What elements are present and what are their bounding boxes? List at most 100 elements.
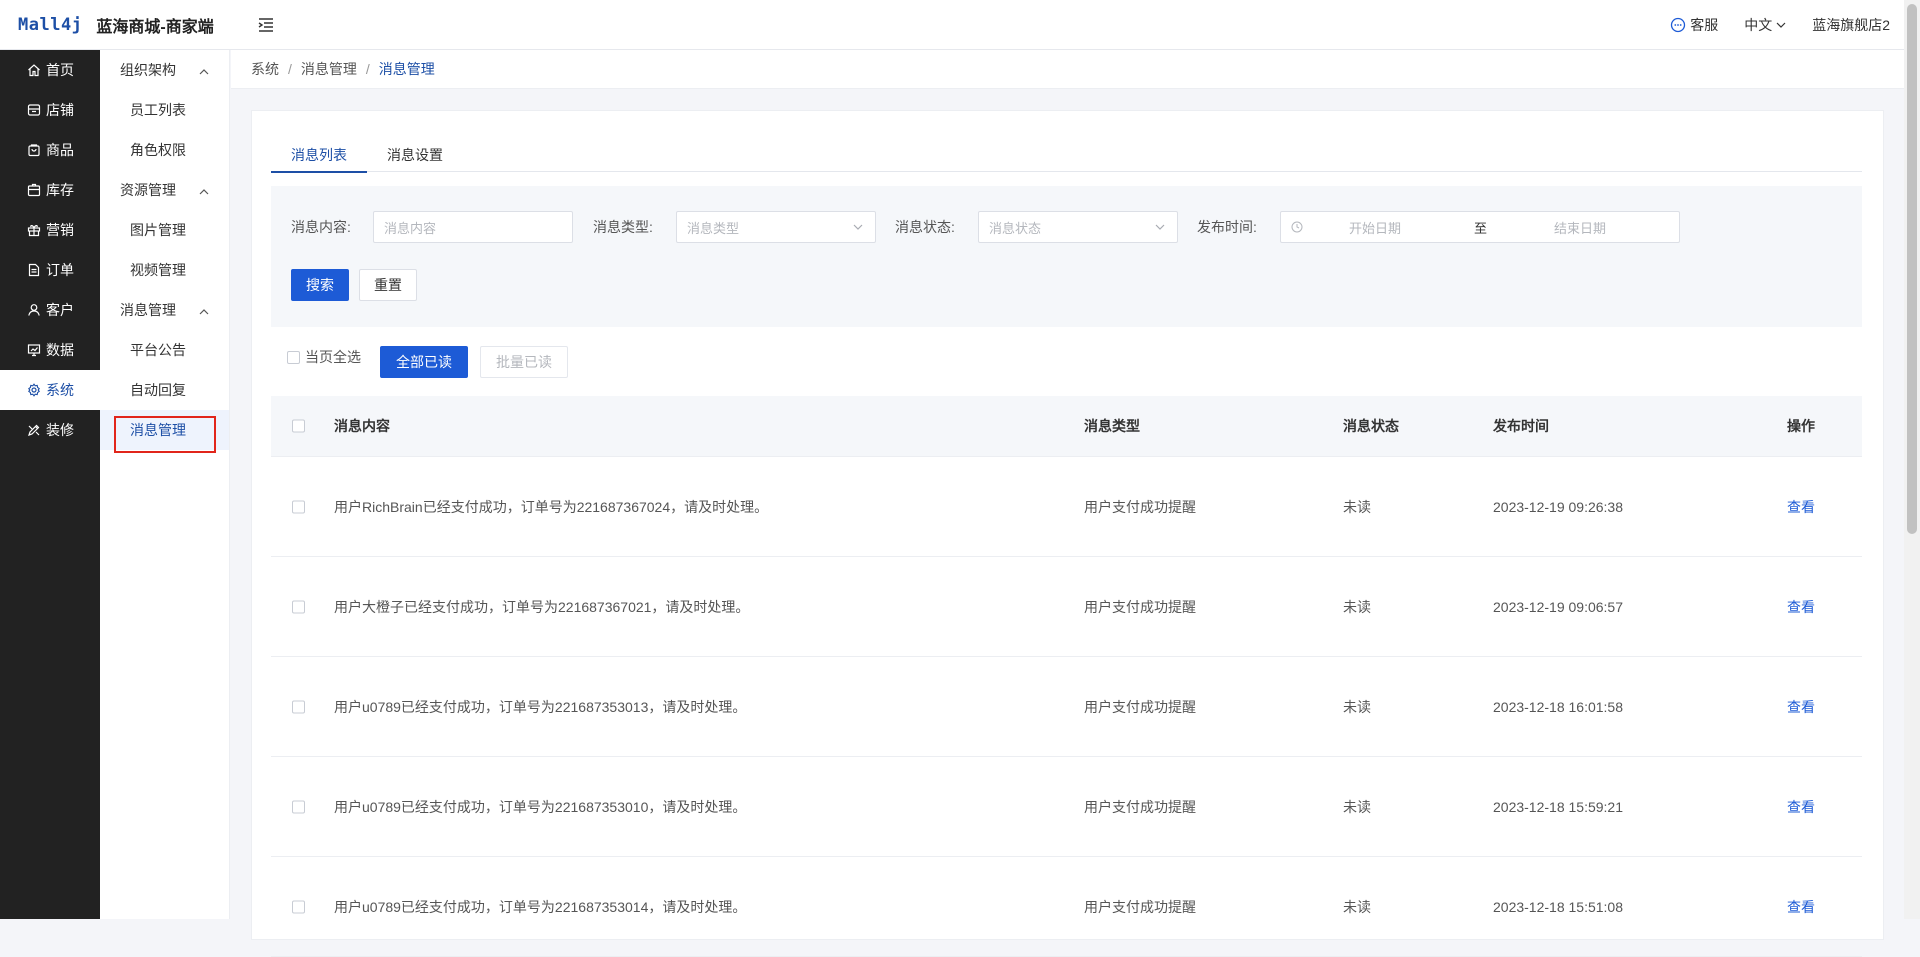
tab-message-settings[interactable]: 消息设置 xyxy=(367,138,463,172)
chevron-up-icon xyxy=(199,182,209,198)
tab-bar: 消息列表 消息设置 xyxy=(271,138,1862,173)
breadcrumb: 系统 / 消息管理 / 消息管理 xyxy=(231,50,1904,89)
time-filter-label: 发布时间: xyxy=(1197,219,1257,235)
nav-group-header[interactable]: 资源管理 xyxy=(100,170,229,210)
checkbox[interactable] xyxy=(292,500,305,513)
tab-message-list[interactable]: 消息列表 xyxy=(271,138,367,173)
message-content: 用户u0789已经支付成功，订单号为221687353014，请及时处理。 xyxy=(334,898,747,915)
message-type: 用户支付成功提醒 xyxy=(1084,798,1196,815)
page-scrollbar[interactable] xyxy=(1904,0,1920,919)
menu-fold-icon xyxy=(258,18,273,32)
language-select[interactable]: 中文 xyxy=(1744,15,1786,35)
content-filter-label: 消息内容: xyxy=(291,219,351,235)
checkbox[interactable] xyxy=(292,419,305,433)
table-row: 用户u0789已经支付成功，订单号为221687353013，请及时处理。 用户支… xyxy=(271,657,1862,757)
checkbox[interactable] xyxy=(287,350,300,364)
nav-item-2[interactable]: 商品 xyxy=(0,130,100,170)
view-link[interactable]: 查看 xyxy=(1787,697,1815,717)
message-type: 用户支付成功提醒 xyxy=(1084,598,1196,615)
nav-group-title: 组织架构 xyxy=(120,62,176,78)
scrollbar-thumb[interactable] xyxy=(1907,4,1917,534)
row-checkbox[interactable] xyxy=(292,500,305,513)
nav-item-3[interactable]: 库存 xyxy=(0,170,100,210)
view-link[interactable]: 查看 xyxy=(1787,897,1815,917)
checkbox[interactable] xyxy=(292,900,305,913)
decorate-icon xyxy=(27,423,41,437)
logo[interactable]: Mall4j 蓝海商城-商家端 xyxy=(18,13,214,37)
data-icon xyxy=(27,343,41,357)
nav-subitem[interactable]: 自动回复 xyxy=(100,370,229,410)
nav-subitem[interactable]: 视频管理 xyxy=(100,250,229,290)
checkbox[interactable] xyxy=(292,600,305,613)
header-checkbox[interactable] xyxy=(292,419,305,433)
row-checkbox[interactable] xyxy=(292,800,305,813)
nav-item-5[interactable]: 订单 xyxy=(0,250,100,290)
nav-item-label: 首页 xyxy=(46,62,74,78)
nav-group-header[interactable]: 组织架构 xyxy=(100,50,229,90)
message-content: 用户u0789已经支付成功，订单号为221687353010，请及时处理。 xyxy=(334,798,747,815)
column-header: 消息状态 xyxy=(1343,418,1399,434)
status-select[interactable]: 消息状态 xyxy=(978,211,1178,243)
checkbox[interactable] xyxy=(292,800,305,813)
breadcrumb-item[interactable]: 消息管理 xyxy=(301,59,357,79)
content-input[interactable]: 消息内容 xyxy=(373,211,573,243)
nav-item-7[interactable]: 数据 xyxy=(0,330,100,370)
row-checkbox[interactable] xyxy=(292,600,305,613)
range-separator: 至 xyxy=(1474,220,1488,236)
date-range-picker[interactable]: 开始日期 至 结束日期 xyxy=(1280,211,1680,243)
view-link[interactable]: 查看 xyxy=(1787,597,1815,617)
nav-subitem[interactable]: 图片管理 xyxy=(100,210,229,250)
primary-sidebar: 首页店铺商品库存营销 订单客户数据系统 装修 xyxy=(0,50,100,919)
clock-icon xyxy=(1291,221,1303,233)
message-type: 用户支付成功提醒 xyxy=(1084,898,1196,915)
nav-item-8[interactable]: 系统 xyxy=(0,370,100,410)
type-select[interactable]: 消息类型 xyxy=(676,211,876,243)
breadcrumb-item[interactable]: 系统 xyxy=(251,59,279,79)
nav-group-title: 消息管理 xyxy=(120,302,176,318)
message-status: 未读 xyxy=(1343,898,1371,915)
view-link[interactable]: 查看 xyxy=(1787,497,1815,517)
view-link[interactable]: 查看 xyxy=(1787,797,1815,817)
table-body: 用户RichBrain已经支付成功，订单号为221687367024，请及时处理… xyxy=(271,457,1862,957)
message-status: 未读 xyxy=(1343,698,1371,715)
column-header: 发布时间 xyxy=(1493,418,1549,434)
row-checkbox[interactable] xyxy=(292,700,305,713)
nav-item-1[interactable]: 店铺 xyxy=(0,90,100,130)
nav-subitem[interactable]: 员工列表 xyxy=(100,90,229,130)
nav-subitem[interactable]: 角色权限 xyxy=(100,130,229,170)
nav-item-label: 客户 xyxy=(46,302,74,318)
publish-time: 2023-12-18 15:59:21 xyxy=(1493,798,1623,815)
message-type: 用户支付成功提醒 xyxy=(1084,698,1196,715)
breadcrumb-current: 消息管理 xyxy=(378,61,435,77)
publish-time: 2023-12-19 09:26:38 xyxy=(1493,498,1623,515)
search-button[interactable]: 搜索 xyxy=(291,269,349,301)
checkbox[interactable] xyxy=(292,700,305,713)
nav-item-label: 库存 xyxy=(46,182,74,198)
status-filter-label: 消息状态: xyxy=(895,219,955,235)
nav-subitem[interactable]: 消息管理 xyxy=(100,410,229,450)
chevron-down-icon xyxy=(1155,224,1165,230)
nav-item-label: 数据 xyxy=(46,342,74,358)
nav-item-9[interactable]: 装修 xyxy=(0,410,100,450)
reset-button[interactable]: 重置 xyxy=(359,269,417,301)
sidebar-toggle-button[interactable] xyxy=(254,13,278,37)
nav-group-title: 资源管理 xyxy=(120,182,176,198)
store-menu[interactable]: 蓝海旗舰店2 xyxy=(1812,15,1890,35)
publish-time: 2023-12-18 15:51:08 xyxy=(1493,898,1623,915)
message-type: 用户支付成功提醒 xyxy=(1084,498,1196,515)
status-placeholder: 消息状态 xyxy=(989,220,1042,236)
nav-subitem[interactable]: 平台公告 xyxy=(100,330,229,370)
nav-item-0[interactable]: 首页 xyxy=(0,50,100,90)
mark-all-read-button[interactable]: 全部已读 xyxy=(380,346,468,378)
select-page-checkbox[interactable]: 当页全选 xyxy=(287,347,361,367)
batch-read-button[interactable]: 批量已读 xyxy=(480,346,568,378)
nav-group-header[interactable]: 消息管理 xyxy=(100,290,229,330)
nav-item-label: 商品 xyxy=(46,142,74,158)
row-checkbox[interactable] xyxy=(292,900,305,913)
table-row: 用户大橙子已经支付成功，订单号为221687367021，请及时处理。 用户支付成… xyxy=(271,557,1862,657)
nav-item-4[interactable]: 营销 xyxy=(0,210,100,250)
nav-item-6[interactable]: 客户 xyxy=(0,290,100,330)
column-header: 操作 xyxy=(1787,418,1815,434)
support-button[interactable]: 客服 xyxy=(1670,15,1718,35)
type-filter-label: 消息类型: xyxy=(593,219,653,235)
